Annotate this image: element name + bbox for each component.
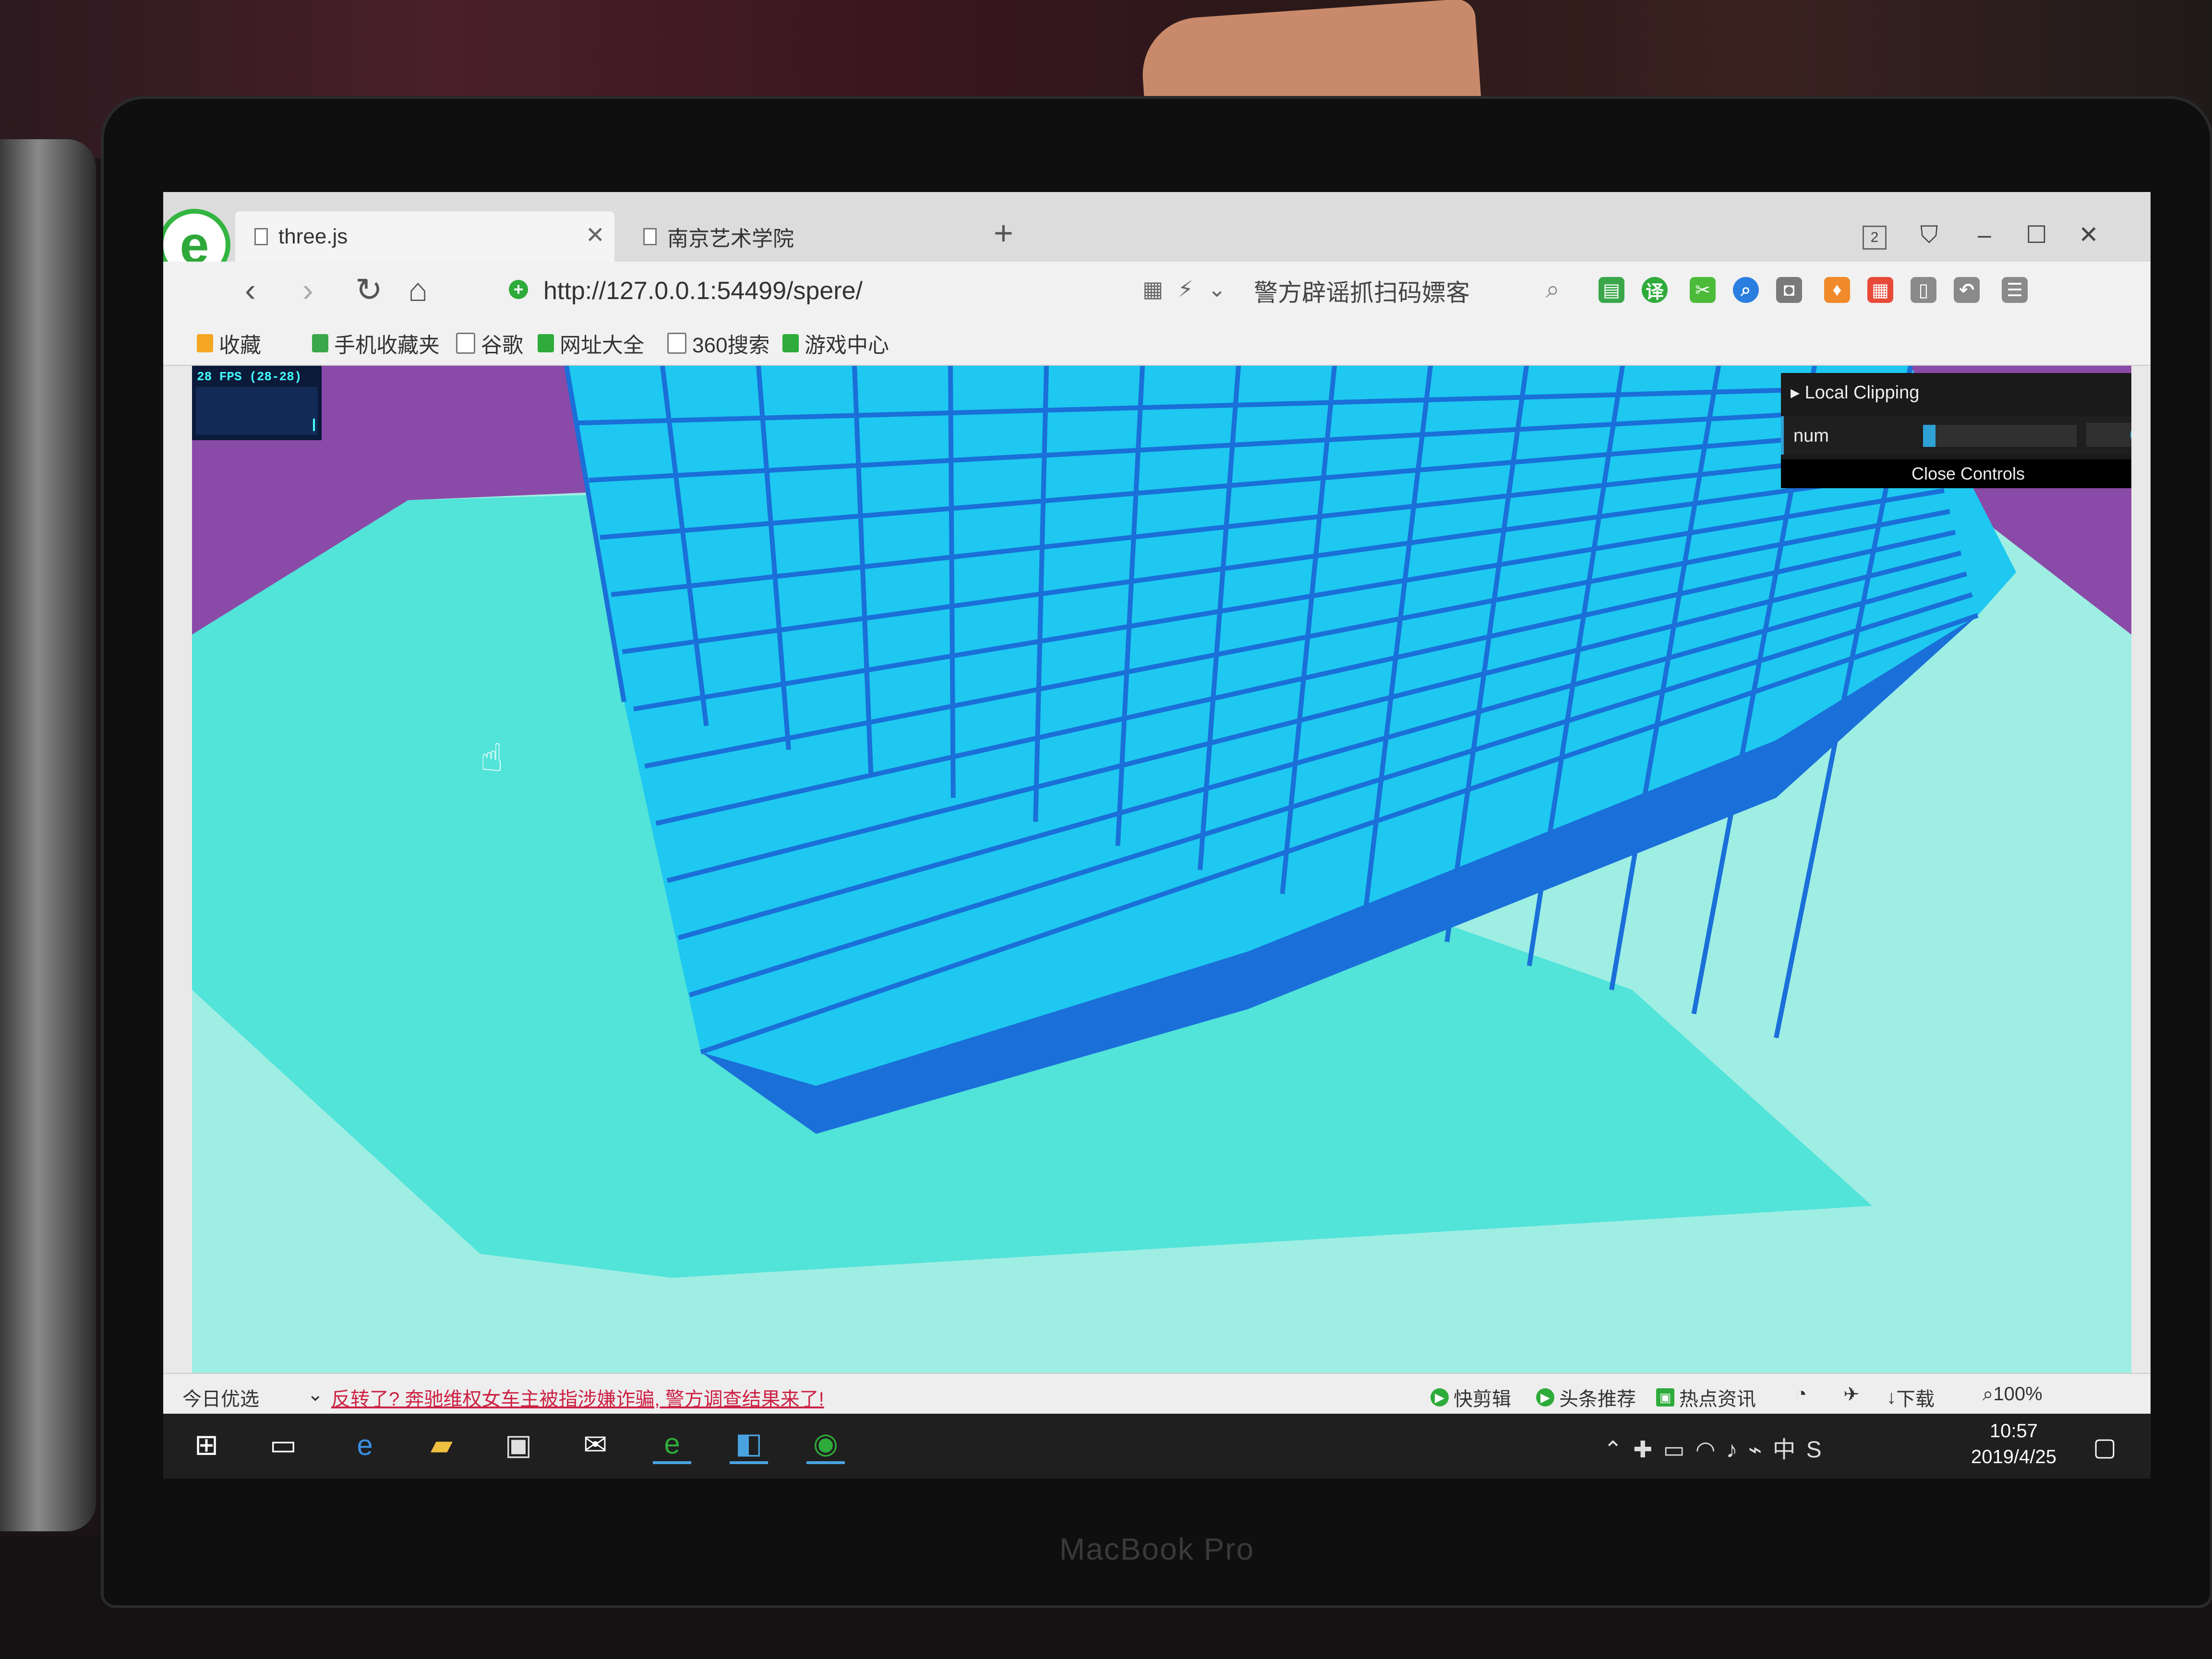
favorites-item[interactable]: 手机收藏夹 [312,328,440,359]
task-view-icon[interactable]: ▭ [264,1426,302,1464]
screenshot-icon[interactable]: ✂ [1690,277,1716,303]
translate-icon[interactable]: 译 [1642,277,1668,303]
status-item-quick-edit[interactable]: ▶ 快剪辑 [1431,1383,1511,1411]
window-count-badge[interactable]: 2 [1863,226,1887,250]
speed-icon[interactable]: ◔ [1795,1383,1807,1405]
stats-panel[interactable]: 28 FPS (28-28) [192,366,322,440]
favorites-item[interactable]: 谷歌 [456,328,523,359]
tab-close-icon[interactable]: ✕ [586,222,605,249]
new-tab-button[interactable]: + [994,214,1013,252]
file-explorer-icon[interactable]: ▰ [422,1426,461,1464]
windows-start-icon[interactable]: ⊞ [187,1426,226,1464]
reader-icon[interactable]: ▤ [1599,277,1624,303]
app-green-icon[interactable]: ◉ [806,1426,845,1464]
hand-cursor-icon: ☝ [480,736,504,779]
close-controls-button[interactable]: Close Controls [1781,459,2131,488]
document-icon [456,333,475,354]
search-icon[interactable]: ⌕ [1546,275,1560,304]
browser-window: e three.js ✕ 南京艺术学院 + 2 ⛉ – ☐ ✕ ‹ › ↻ ⌂ … [163,192,2151,1415]
back-icon[interactable]: ‹ [245,271,256,309]
gui-num-input[interactable] [2086,423,2131,447]
gui-num-label: num [1793,426,1829,446]
reload-icon[interactable]: ↻ [355,271,383,309]
address-bar: ‹ › ↻ ⌂ + ▦⚡⌄ ⌕ ▤ 译 ✂ ⌕ ◘ ♦ ▦ ▯ ↶ ☰ [163,262,2151,320]
webgl-viewport[interactable]: 28 FPS (28-28) ▸ Local Clipping num Clos… [192,366,2131,1374]
favorites-item[interactable]: 网址大全 [538,328,644,359]
star-icon [197,334,213,352]
news-ticker-link[interactable]: 反转了? 奔驰维权女车主被指涉嫌诈骗, 警方调查结果来了! [331,1383,824,1411]
fps-graph [196,387,318,435]
system-tray[interactable]: ⌃✚▭◠♪⌁中S [1603,1431,1832,1464]
store-icon[interactable]: ▣ [499,1426,538,1464]
minimize-button[interactable]: – [1978,221,1991,249]
app-window-icon[interactable]: ◧ [730,1426,768,1464]
fps-readout: 28 FPS (28-28) [197,370,302,384]
site-secure-icon[interactable]: + [509,279,528,299]
edge-icon[interactable]: e [346,1426,384,1464]
favorites-item[interactable]: 收藏 [197,328,261,359]
favorites-bar: 收藏 手机收藏夹 谷歌 网址大全 360搜索 游戏中心 [163,319,2151,366]
game-icon[interactable]: ◘ [1776,277,1802,303]
forward-icon[interactable]: › [302,271,313,309]
gui-num-row: num [1781,416,2131,455]
mail-icon[interactable]: ✉ [576,1426,614,1464]
tab-label: three.js [278,224,348,248]
play-icon: ▶ [1536,1388,1554,1407]
360-browser-icon[interactable]: e [653,1426,691,1464]
ime-indicator[interactable]: 中 [1773,1437,1806,1463]
pin-icon[interactable]: ✈ [1843,1383,1860,1406]
dat-gui-panel: ▸ Local Clipping num Close Controls [1781,373,2131,488]
phone-fav-icon [312,334,328,352]
clipped-sphere-scene[interactable] [192,366,2131,1374]
address-tools-icon[interactable]: ▦⚡⌄ [1142,276,1240,302]
tab-bar: e three.js ✕ 南京艺术学院 + 2 ⛉ – ☐ ✕ [163,192,2151,281]
favorites-item[interactable]: 360搜索 [667,328,769,359]
close-window-button[interactable]: ✕ [2079,221,2099,249]
gear-icon [538,334,554,352]
document-icon [667,333,686,354]
laptop-brand: MacBook Pro [1059,1532,1255,1566]
news-icon: ▣ [1656,1388,1674,1407]
today-picks[interactable]: 今日优选 [182,1383,259,1411]
gui-folder-local-clipping[interactable]: ▸ Local Clipping [1791,382,1919,403]
apps-icon[interactable]: ▦ [1867,277,1893,303]
maximize-button[interactable]: ☐ [2026,221,2047,249]
gui-num-slider[interactable] [1923,425,2077,447]
search-input[interactable] [1253,271,1524,311]
fps-bar [313,419,315,431]
background-cup [0,139,96,1531]
tab-threejs[interactable]: three.js ✕ [235,211,614,262]
status-item-headlines[interactable]: ▶ 头条推荐 [1536,1383,1636,1411]
grid-line [948,366,956,798]
home-icon[interactable]: ⌂ [408,271,428,309]
notification-icon[interactable]: ▢ [2093,1433,2116,1462]
favorites-item[interactable]: 游戏中心 [782,328,889,359]
document-icon [643,228,657,245]
screen: e three.js ✕ 南京艺术学院 + 2 ⛉ – ☐ ✕ ‹ › ↻ ⌂ … [163,192,2151,1479]
tab-nanjing-arts[interactable]: 南京艺术学院 [624,211,979,262]
windows-taskbar: ⊞ ▭ e ▰ ▣ ✉ e ◧ ◉ ⌃✚▭◠♪⌁中S 10:57 2019/4/… [163,1414,2151,1479]
tab-label: 南京艺术学院 [667,227,794,251]
clock-time[interactable]: 10:57 [1959,1420,2069,1442]
gui-slider-fill [1923,425,1936,447]
menu-icon[interactable]: ☰ [2002,277,2028,303]
document-icon [254,228,268,245]
undo-icon[interactable]: ↶ [1954,277,1980,303]
zoom-icon[interactable]: ⌕ 100% [1983,1383,2043,1405]
address-input[interactable] [542,271,1072,311]
status-item-download[interactable]: ↓ 下载 [1887,1383,1935,1411]
phone-icon[interactable]: ▯ [1911,277,1936,303]
gear-icon [782,334,799,352]
status-item-hot-news[interactable]: ▣ 热点资讯 [1656,1383,1756,1411]
shield-icon[interactable]: ♦ [1824,277,1850,303]
chevron-down-icon[interactable]: ⌄ [307,1383,324,1406]
magnifier-icon[interactable]: ⌕ [1733,277,1759,303]
play-icon: ▶ [1431,1388,1449,1407]
clock-date[interactable]: 2019/4/25 [1959,1446,2069,1468]
status-bar: 今日优选 ⌄ 反转了? 奔驰维权女车主被指涉嫌诈骗, 警方调查结果来了! ▶ 快剪… [163,1373,2151,1415]
skin-icon[interactable]: ⛉ [1920,221,1938,249]
